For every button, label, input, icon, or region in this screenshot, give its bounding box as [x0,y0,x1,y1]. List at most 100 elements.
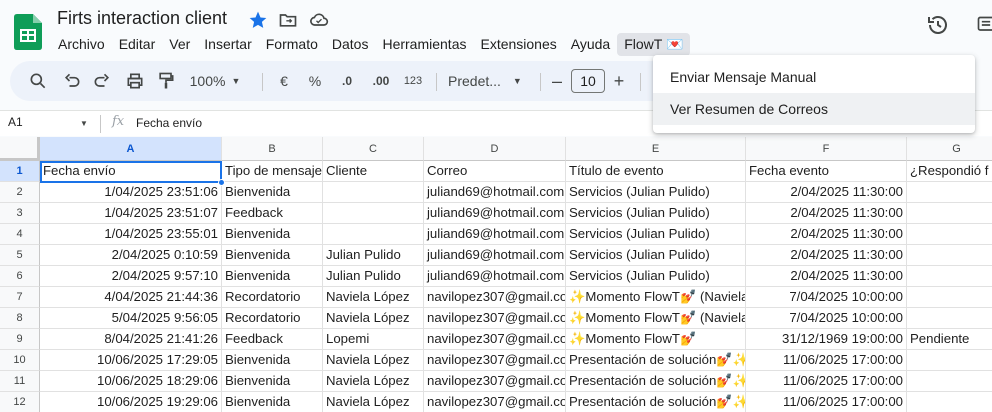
row-header-9[interactable]: 9 [0,329,40,350]
menu-insertar[interactable]: Insertar [197,33,258,56]
more-formats-button[interactable]: 123 [402,69,424,93]
column-header-a[interactable]: A [40,137,222,161]
row-header-7[interactable]: 7 [0,287,40,308]
increase-font-size-button[interactable]: + [612,69,626,93]
column-header-f[interactable]: F [746,137,907,161]
currency-format-button[interactable]: € [276,69,292,93]
version-history-icon[interactable] [926,13,950,37]
cell-g12[interactable] [907,392,992,412]
row-header-11[interactable]: 11 [0,371,40,392]
cell-g1[interactable]: ¿Respondió f [907,161,992,182]
cell-d3[interactable]: juliand69@hotmail.com [424,203,566,224]
cell-e5[interactable]: Servicios (Julian Pulido) [566,245,746,266]
row-header-10[interactable]: 10 [0,350,40,371]
decrease-font-size-button[interactable]: – [550,69,564,93]
name-box[interactable]: A1 [8,115,23,129]
menu-extensiones[interactable]: Extensiones [473,33,563,56]
menu-datos[interactable]: Datos [325,33,376,56]
font-size-input[interactable]: 10 [571,69,605,93]
column-header-c[interactable]: C [323,137,424,161]
cell-c12[interactable]: Naviela López [323,392,424,412]
cell-a3[interactable]: 1/04/2025 23:51:07 [40,203,222,224]
cell-d5[interactable]: juliand69@hotmail.com [424,245,566,266]
row-header-2[interactable]: 2 [0,182,40,203]
increase-decimals-button[interactable]: .00 [369,69,393,93]
row-header-3[interactable]: 3 [0,203,40,224]
chevron-down-icon[interactable]: ▼ [80,119,88,128]
cell-a12[interactable]: 10/06/2025 19:29:06 [40,392,222,412]
cell-g8[interactable] [907,308,992,329]
cell-g2[interactable] [907,182,992,203]
cell-d6[interactable]: juliand69@hotmail.com [424,266,566,287]
cell-e4[interactable]: Servicios (Julian Pulido) [566,224,746,245]
cell-b12[interactable]: Bienvenida [222,392,323,412]
cell-e1[interactable]: Título de evento [566,161,746,182]
redo-icon[interactable] [92,69,112,93]
decrease-decimals-button[interactable]: .0 [336,69,358,93]
cell-c4[interactable] [323,224,424,245]
cell-g9[interactable]: Pendiente [907,329,992,350]
cell-e7[interactable]: ✨Momento FlowT💅 (Naviela López) [566,287,746,308]
cell-a7[interactable]: 4/04/2025 21:44:36 [40,287,222,308]
cell-f2[interactable]: 2/04/2025 11:30:00 [746,182,907,203]
percent-format-button[interactable]: % [307,69,323,93]
sheets-logo-icon[interactable] [14,14,42,50]
cell-a2[interactable]: 1/04/2025 23:51:06 [40,182,222,203]
cell-e6[interactable]: Servicios (Julian Pulido) [566,266,746,287]
row-header-5[interactable]: 5 [0,245,40,266]
cell-g5[interactable] [907,245,992,266]
cell-b4[interactable]: Bienvenida [222,224,323,245]
column-header-d[interactable]: D [424,137,566,161]
print-icon[interactable] [125,69,145,93]
menu-ver[interactable]: Ver [162,33,197,56]
menu-item-ver-resumen-de-correos[interactable]: Ver Resumen de Correos [653,93,975,125]
cell-c5[interactable]: Julian Pulido [323,245,424,266]
menu-ayuda[interactable]: Ayuda [564,33,617,56]
cell-e10[interactable]: Presentación de solución💅✨ [566,350,746,371]
cell-e3[interactable]: Servicios (Julian Pulido) [566,203,746,224]
column-header-b[interactable]: B [222,137,323,161]
cell-c7[interactable]: Naviela López [323,287,424,308]
cell-f10[interactable]: 11/06/2025 17:00:00 [746,350,907,371]
cell-e11[interactable]: Presentación de solución💅✨ [566,371,746,392]
select-all-corner[interactable] [0,137,40,161]
cell-b2[interactable]: Bienvenida [222,182,323,203]
row-header-4[interactable]: 4 [0,224,40,245]
cell-a11[interactable]: 10/06/2025 18:29:06 [40,371,222,392]
cell-c11[interactable]: Naviela López [323,371,424,392]
document-title[interactable]: Firts interaction client [57,8,227,29]
row-header-12[interactable]: 12 [0,392,40,412]
cell-f11[interactable]: 11/06/2025 17:00:00 [746,371,907,392]
cell-b5[interactable]: Bienvenida [222,245,323,266]
cell-g6[interactable] [907,266,992,287]
paint-format-icon[interactable] [156,69,176,93]
cell-c6[interactable]: Julian Pulido [323,266,424,287]
cell-f12[interactable]: 11/06/2025 17:00:00 [746,392,907,412]
cell-f6[interactable]: 2/04/2025 11:30:00 [746,266,907,287]
cell-f1[interactable]: Fecha evento [746,161,907,182]
move-folder-icon[interactable] [278,10,298,30]
formula-input[interactable]: Fecha envío [136,116,202,130]
cell-a6[interactable]: 2/04/2025 9:57:10 [40,266,222,287]
cell-b8[interactable]: Recordatorio [222,308,323,329]
spreadsheet-grid[interactable]: A B C D E F G 1 Fecha envío Tipo de mensaje Client… [0,137,992,412]
menu-formato[interactable]: Formato [259,33,325,56]
cell-g10[interactable] [907,350,992,371]
cell-b1[interactable]: Tipo de mensaje [222,161,323,182]
cell-e12[interactable]: Presentación de solución💅✨ [566,392,746,412]
cell-d8[interactable]: navilopez307@gmail.com [424,308,566,329]
cell-c8[interactable]: Naviela López [323,308,424,329]
cell-b7[interactable]: Recordatorio [222,287,323,308]
cell-b3[interactable]: Feedback [222,203,323,224]
cell-d4[interactable]: juliand69@hotmail.com [424,224,566,245]
cell-c1[interactable]: Cliente [323,161,424,182]
cell-b9[interactable]: Feedback [222,329,323,350]
comments-icon[interactable] [976,15,992,35]
row-header-6[interactable]: 6 [0,266,40,287]
cell-a9[interactable]: 8/04/2025 21:41:26 [40,329,222,350]
zoom-select[interactable]: 100% ▼ [190,69,241,93]
cell-f7[interactable]: 7/04/2025 10:00:00 [746,287,907,308]
cell-e9[interactable]: ✨Momento FlowT💅 [566,329,746,350]
menu-archivo[interactable]: Archivo [51,33,112,56]
cell-b11[interactable]: Bienvenida [222,371,323,392]
